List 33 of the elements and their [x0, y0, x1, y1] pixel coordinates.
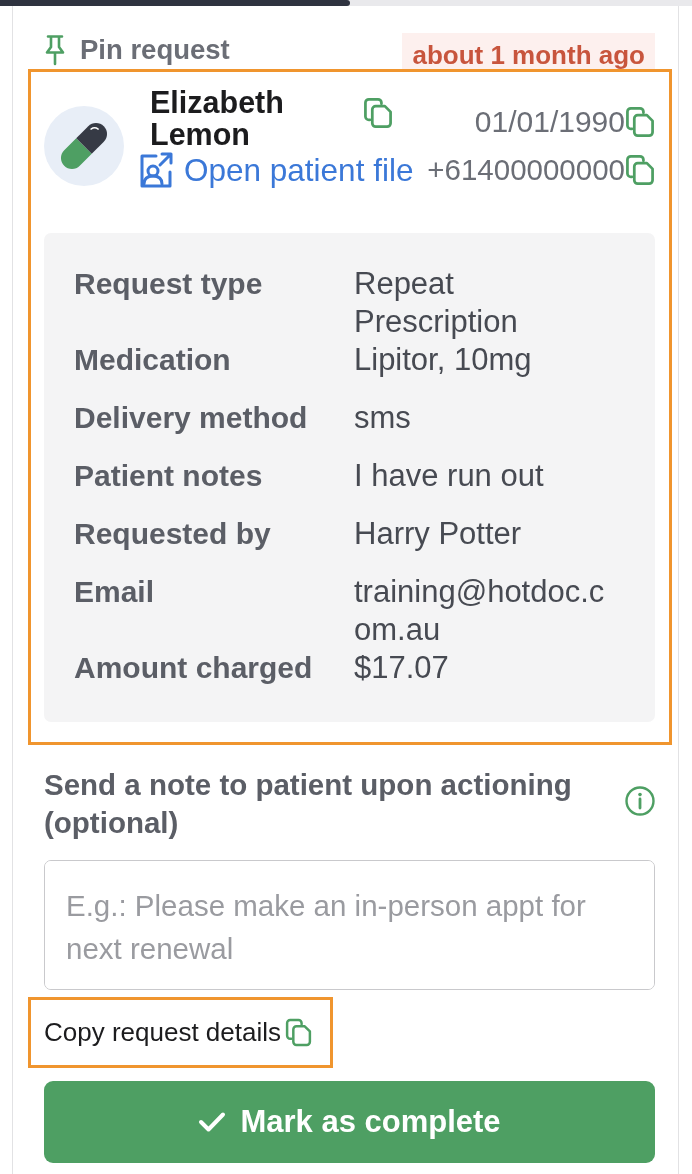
- copy-icon[interactable]: [625, 106, 655, 138]
- mark-complete-button[interactable]: Mark as complete: [44, 1081, 655, 1163]
- detail-label: Patient notes: [74, 458, 264, 494]
- copy-details-button[interactable]: Copy request details: [44, 1017, 313, 1048]
- detail-label: Medication: [74, 342, 232, 378]
- date-of-birth: 01/01/1990: [474, 104, 625, 140]
- detail-value: Harry Potter: [354, 515, 523, 553]
- detail-value: training@hotdoc.com.au: [354, 573, 606, 649]
- detail-label: Amount charged: [74, 650, 314, 686]
- detail-label: Delivery method: [74, 400, 309, 436]
- detail-value: $17.07: [354, 649, 450, 687]
- detail-value: Lipitor, 10mg: [354, 341, 533, 379]
- detail-label: Requested by: [74, 516, 272, 552]
- time-badge: about 1 month ago: [402, 33, 655, 70]
- copy-icon[interactable]: [625, 154, 655, 186]
- detail-value: sms: [354, 399, 412, 437]
- copy-icon[interactable]: [285, 1018, 313, 1047]
- pin-button[interactable]: Pin request: [44, 34, 230, 66]
- copy-icon[interactable]: [363, 97, 393, 129]
- detail-label: Email: [74, 574, 156, 610]
- info-icon[interactable]: [625, 786, 655, 816]
- check-icon: [198, 1111, 227, 1133]
- patient-name: Elizabeth Lemon: [150, 86, 285, 150]
- note-heading: Send a note to patient upon actioning (optional): [44, 767, 573, 841]
- detail-value: Repeat Prescription: [354, 265, 519, 341]
- open-patient-file-link[interactable]: Open patient file: [138, 151, 414, 189]
- pill-icon: [44, 106, 124, 186]
- phone-number: +61400000000: [427, 152, 625, 188]
- pin-icon: [44, 34, 66, 66]
- person-card-icon: [138, 151, 174, 189]
- note-field[interactable]: E.g.: Please make an in-person appt for next renewal: [44, 860, 655, 990]
- detail-label: Request type: [74, 266, 264, 302]
- detail-value: I have run out: [354, 457, 545, 495]
